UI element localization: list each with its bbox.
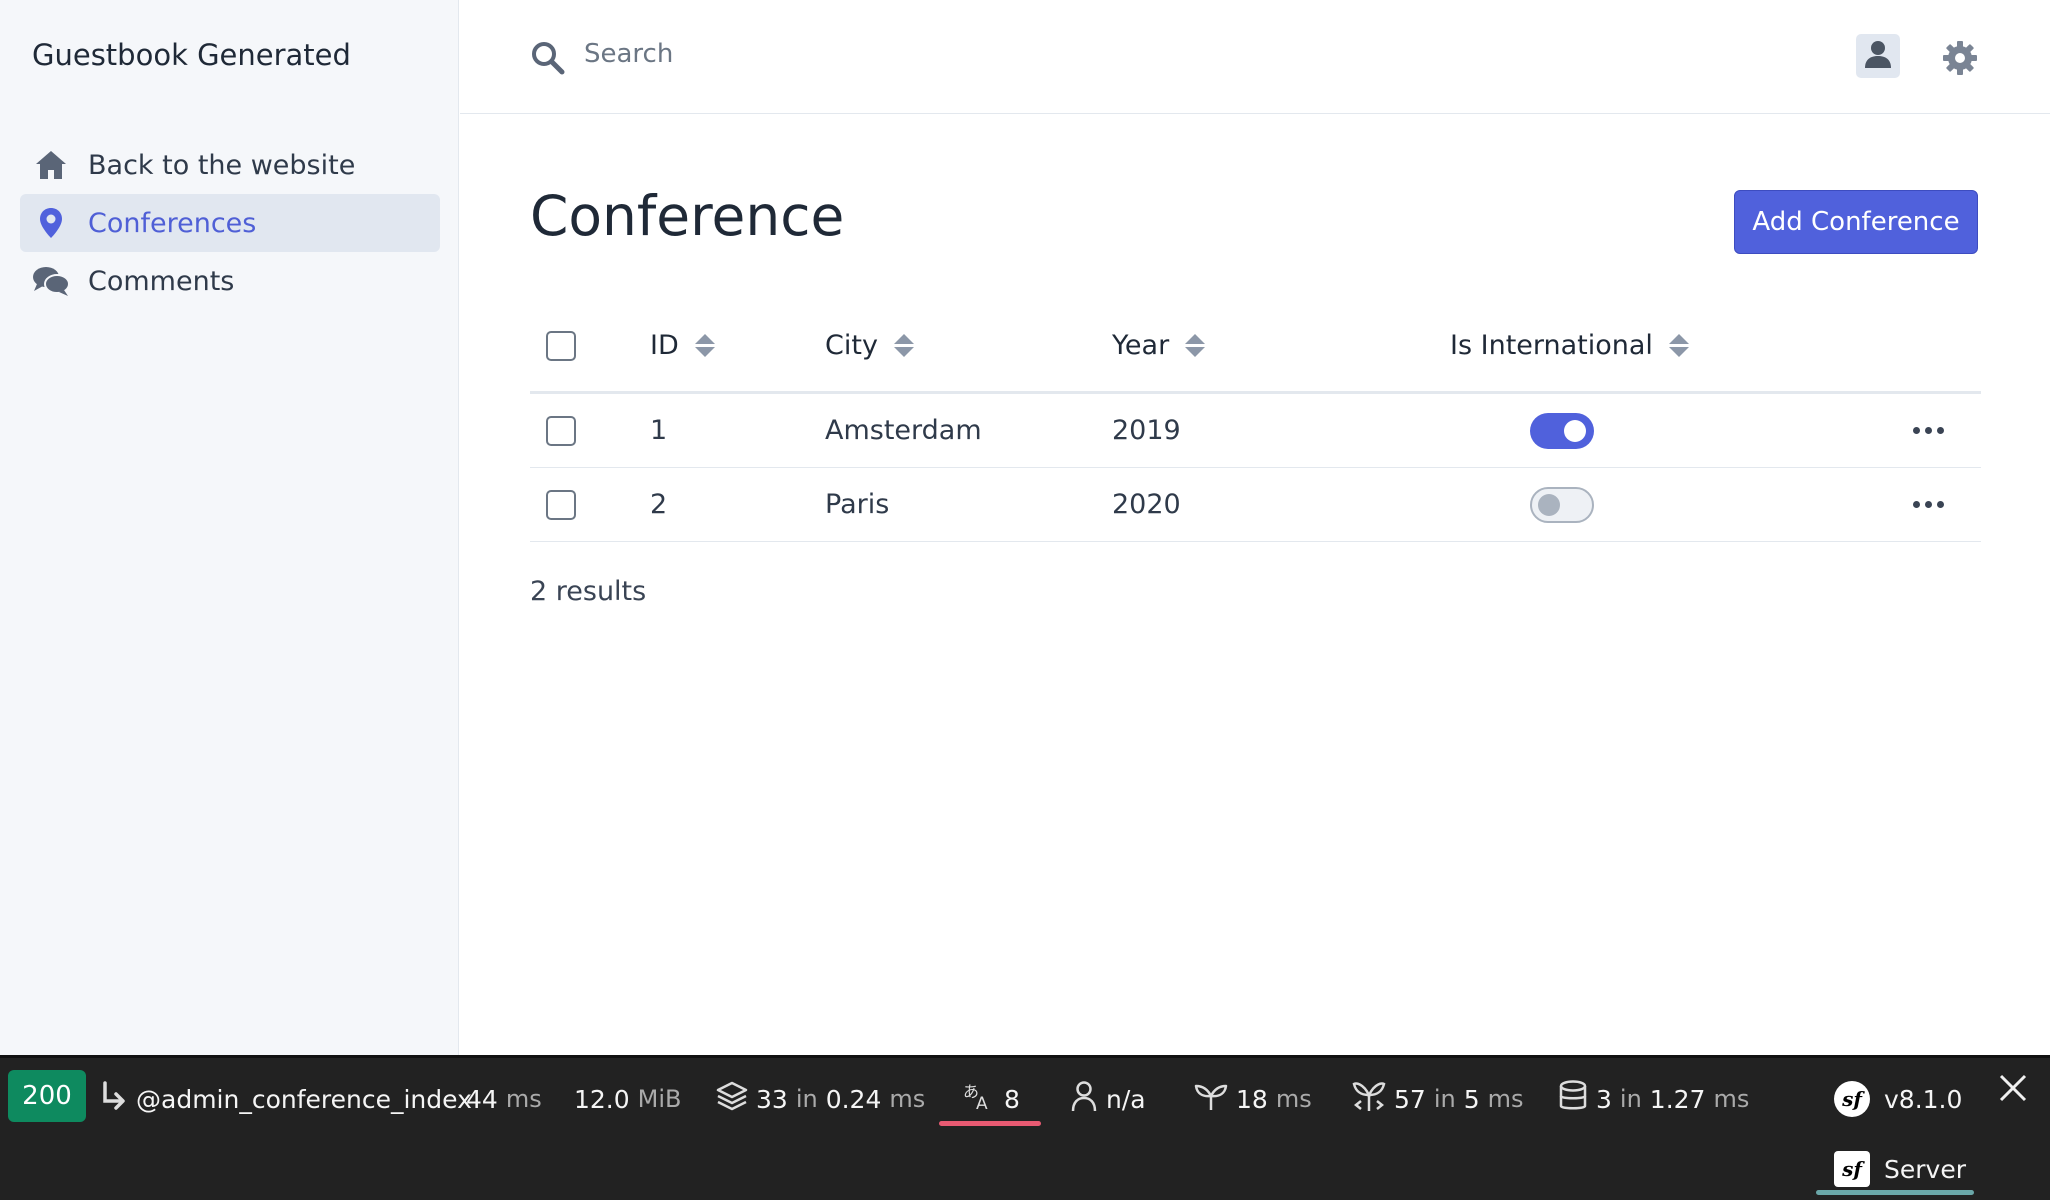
db-time: 1.27: [1649, 1084, 1706, 1114]
layers-icon: [716, 1081, 748, 1117]
translations-warning-indicator: [939, 1121, 1041, 1126]
route-info[interactable]: @admin_conference_index: [100, 1070, 472, 1128]
events-icon: [1352, 1080, 1386, 1118]
sidebar: Guestbook Generated Back to the website …: [0, 0, 459, 1055]
version-value: v8.1.0: [1884, 1084, 1963, 1114]
add-conference-button[interactable]: Add Conference: [1734, 190, 1978, 254]
column-header-id[interactable]: ID: [650, 300, 715, 391]
sidebar-item-back-to-website[interactable]: Back to the website: [20, 136, 440, 194]
time-unit: ms: [505, 1085, 542, 1113]
column-header-year[interactable]: Year: [1112, 300, 1206, 391]
row-actions-menu[interactable]: [1913, 501, 1944, 508]
user-menu-button[interactable]: [1856, 34, 1900, 78]
is-international-toggle[interactable]: [1530, 412, 1594, 449]
brand-title[interactable]: Guestbook Generated: [32, 38, 351, 72]
user-icon: [1864, 39, 1892, 73]
sort-icon: [694, 334, 715, 357]
db-unit: ms: [1713, 1085, 1750, 1113]
events-info[interactable]: 57 in 5 ms: [1352, 1070, 1524, 1128]
column-label: ID: [650, 330, 679, 361]
route-arrow-icon: [100, 1081, 128, 1117]
table-row: 2 Paris 2020: [530, 468, 1981, 542]
sort-icon: [1185, 334, 1206, 357]
translations-count: 8: [1004, 1084, 1020, 1114]
cache-in: in: [795, 1085, 818, 1113]
time-value: 44: [466, 1084, 498, 1114]
sidebar-nav: Back to the website Conferences Comments: [20, 136, 440, 310]
conference-table: ID City Year Is International 1 Amsterda…: [530, 300, 1981, 542]
twig-time: 18: [1236, 1084, 1268, 1114]
twig-leaf-icon: [1194, 1080, 1228, 1118]
cache-unit: ms: [889, 1085, 926, 1113]
status-badge[interactable]: 200: [8, 1070, 86, 1122]
column-label: Is International: [1450, 330, 1653, 361]
select-all-checkbox[interactable]: [546, 330, 576, 361]
top-bar: [460, 0, 2050, 114]
cell-city: Amsterdam: [825, 415, 982, 446]
gear-icon[interactable]: [1942, 40, 1978, 76]
row-actions-menu[interactable]: [1913, 427, 1944, 434]
server-active-indicator: [1816, 1190, 1974, 1195]
table-header-row: ID City Year Is International: [530, 300, 1981, 394]
sidebar-item-label: Comments: [88, 265, 235, 297]
column-label: Year: [1112, 330, 1170, 361]
cell-id: 1: [650, 415, 668, 446]
results-count: 2 results: [530, 576, 647, 607]
user-icon: [1070, 1080, 1098, 1118]
server-label: Server: [1884, 1154, 1966, 1184]
cache-time: 0.24: [825, 1084, 882, 1114]
memory-usage[interactable]: 12.0 MiB: [574, 1070, 682, 1128]
events-in: in: [1433, 1085, 1456, 1113]
db-queries: 3: [1596, 1084, 1612, 1114]
map-pin-icon: [32, 204, 70, 242]
server-info[interactable]: sf Server: [1834, 1142, 1966, 1196]
events-unit: ms: [1487, 1085, 1524, 1113]
db-in: in: [1619, 1085, 1642, 1113]
translate-icon: あA: [962, 1081, 996, 1117]
symfony-logo-icon: sf: [1834, 1081, 1870, 1117]
sidebar-item-label: Back to the website: [88, 149, 356, 181]
column-label: City: [825, 330, 878, 361]
translations-info[interactable]: あA 8: [962, 1070, 1020, 1128]
comments-icon: [32, 262, 70, 300]
events-time: 5: [1463, 1084, 1480, 1114]
request-time[interactable]: 44 ms: [466, 1070, 542, 1128]
column-header-is-international[interactable]: Is International: [1450, 300, 1689, 391]
database-icon: [1558, 1080, 1588, 1118]
events-count: 57: [1394, 1084, 1426, 1114]
close-icon[interactable]: [1997, 1072, 2029, 1104]
symfony-version[interactable]: sf v8.1.0: [1834, 1070, 1962, 1128]
row-checkbox[interactable]: [546, 415, 576, 446]
table-row: 1 Amsterdam 2019: [530, 394, 1981, 468]
memory-value: 12.0: [574, 1084, 630, 1114]
cache-info[interactable]: 33 in 0.24 ms: [716, 1070, 925, 1128]
column-header-city[interactable]: City: [825, 300, 914, 391]
home-icon: [32, 146, 70, 184]
twig-info[interactable]: 18 ms: [1194, 1070, 1312, 1128]
cell-id: 2: [650, 489, 668, 520]
row-checkbox[interactable]: [546, 489, 576, 520]
twig-unit: ms: [1275, 1085, 1312, 1113]
cell-city: Paris: [825, 489, 890, 520]
debug-toolbar: 200 @admin_conference_index 44 ms 12.0 M…: [0, 1055, 2050, 1200]
sort-icon: [893, 334, 914, 357]
is-international-toggle[interactable]: [1530, 486, 1594, 523]
cell-year: 2020: [1112, 489, 1181, 520]
sidebar-item-label: Conferences: [88, 207, 257, 239]
page-title: Conference: [530, 184, 845, 248]
svg-text:A: A: [976, 1094, 988, 1111]
sidebar-item-conferences[interactable]: Conferences: [20, 194, 440, 252]
search-icon: [530, 40, 566, 76]
cell-year: 2019: [1112, 415, 1181, 446]
sidebar-item-comments[interactable]: Comments: [20, 252, 440, 310]
symfony-logo-icon: sf: [1834, 1151, 1870, 1187]
security-info[interactable]: n/a: [1070, 1070, 1146, 1128]
user-value: n/a: [1106, 1084, 1146, 1114]
cache-count: 33: [756, 1084, 788, 1114]
database-info[interactable]: 3 in 1.27 ms: [1558, 1070, 1749, 1128]
route-name: @admin_conference_index: [136, 1084, 472, 1114]
sort-icon: [1668, 334, 1689, 357]
memory-unit: MiB: [637, 1085, 682, 1113]
search-input[interactable]: [584, 30, 1384, 78]
